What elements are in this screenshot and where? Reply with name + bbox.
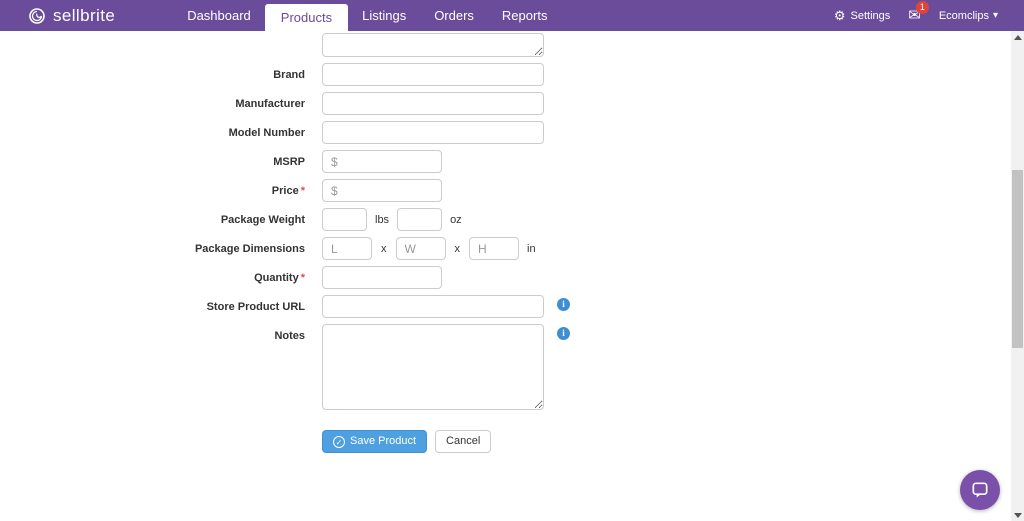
weight-oz-input[interactable]: [397, 208, 443, 231]
brand-label: Brand: [273, 69, 305, 81]
sellbrite-logo-icon: [28, 7, 46, 25]
info-icon[interactable]: i: [557, 298, 570, 311]
notification-badge: 1: [915, 0, 929, 14]
account-menu[interactable]: Ecomclips ▾: [939, 10, 998, 22]
nav-reports[interactable]: Reports: [488, 0, 562, 31]
sellbrite-logo[interactable]: sellbrite: [28, 0, 115, 31]
store-product-url-input[interactable]: [322, 295, 544, 318]
form-row-price: Price *: [0, 179, 1011, 202]
price-label: Price: [271, 185, 299, 197]
gear-icon: ⚙: [833, 8, 846, 23]
model-number-label: Model Number: [228, 127, 305, 139]
manufacturer-label: Manufacturer: [235, 98, 305, 110]
check-circle-icon: ✓: [333, 435, 345, 448]
form-row-msrp: MSRP: [0, 150, 1011, 173]
top-navbar: sellbrite Dashboard Products Listings Or…: [0, 0, 1024, 31]
model-number-input[interactable]: [322, 121, 544, 144]
nav-orders[interactable]: Orders: [420, 0, 488, 31]
nav-dashboard[interactable]: Dashboard: [173, 0, 265, 31]
settings-label: Settings: [850, 9, 891, 22]
navbar-right-cluster: ⚙ Settings ✉ 1 Ecomclips ▾: [834, 0, 998, 31]
form-row-store-product-url: Store Product URL i: [0, 295, 1011, 318]
msrp-input[interactable]: [322, 150, 442, 173]
cancel-button[interactable]: Cancel: [435, 430, 492, 453]
description-textarea-partial[interactable]: [322, 33, 544, 57]
msrp-label: MSRP: [273, 156, 305, 168]
store-product-url-label: Store Product URL: [206, 301, 305, 313]
notes-label: Notes: [274, 330, 305, 342]
dimension-length-input[interactable]: [322, 237, 372, 260]
chat-launcher-button[interactable]: [960, 470, 1000, 510]
cancel-label: Cancel: [446, 435, 481, 447]
form-row-notes: Notes i: [0, 324, 1011, 410]
save-product-label: Save Product: [350, 435, 417, 447]
form-row-brand: Brand: [0, 63, 1011, 86]
info-icon[interactable]: i: [557, 327, 570, 340]
weight-lbs-unit: lbs: [375, 213, 390, 226]
package-weight-label: Package Weight: [220, 214, 305, 226]
required-asterisk: *: [300, 272, 305, 284]
scrollbar-up-arrow[interactable]: [1011, 31, 1024, 43]
nav-products[interactable]: Products: [264, 4, 349, 31]
required-asterisk: *: [300, 185, 305, 197]
quantity-input[interactable]: [322, 266, 442, 289]
form-row-manufacturer: Manufacturer: [0, 92, 1011, 115]
price-input[interactable]: [322, 179, 442, 202]
scrollbar-thumb[interactable]: [1012, 170, 1023, 348]
weight-oz-unit: oz: [450, 213, 462, 226]
main-nav: Dashboard Products Listings Orders Repor…: [173, 0, 561, 31]
manufacturer-input[interactable]: [322, 92, 544, 115]
vertical-scrollbar[interactable]: [1011, 31, 1024, 521]
form-row-quantity: Quantity *: [0, 266, 1011, 289]
messages-button[interactable]: ✉ 1: [908, 0, 929, 25]
weight-lbs-input[interactable]: [322, 208, 367, 231]
dimension-separator: x: [381, 242, 387, 255]
dimension-separator: x: [454, 242, 461, 255]
save-product-button[interactable]: ✓ Save Product: [322, 430, 428, 453]
nav-listings[interactable]: Listings: [348, 0, 420, 31]
package-dimensions-label: Package Dimensions: [194, 243, 305, 255]
brand-input[interactable]: [322, 63, 544, 86]
dimension-unit: in: [527, 242, 536, 255]
dimension-width-input[interactable]: [395, 237, 446, 260]
form-row-package-dimensions: Package Dimensions x x in: [0, 237, 1011, 260]
quantity-label: Quantity: [254, 272, 299, 284]
form-actions: ✓ Save Product Cancel: [322, 430, 1011, 453]
notes-textarea[interactable]: [322, 324, 544, 410]
account-name: Ecomclips: [938, 9, 989, 22]
caret-down-icon: ▾: [992, 10, 998, 21]
dimension-height-input[interactable]: [469, 237, 519, 260]
settings-button[interactable]: ⚙ Settings: [834, 9, 890, 22]
scrollbar-down-arrow[interactable]: [1011, 509, 1024, 521]
product-form: Brand Manufacturer Model Number MSRP Pri…: [0, 31, 1011, 453]
form-row-package-weight: Package Weight lbs oz: [0, 208, 1011, 231]
form-row-model-number: Model Number: [0, 121, 1011, 144]
chat-bubble-icon: [970, 480, 990, 500]
form-row-description: [0, 31, 1011, 57]
brand-name: sellbrite: [53, 5, 116, 25]
